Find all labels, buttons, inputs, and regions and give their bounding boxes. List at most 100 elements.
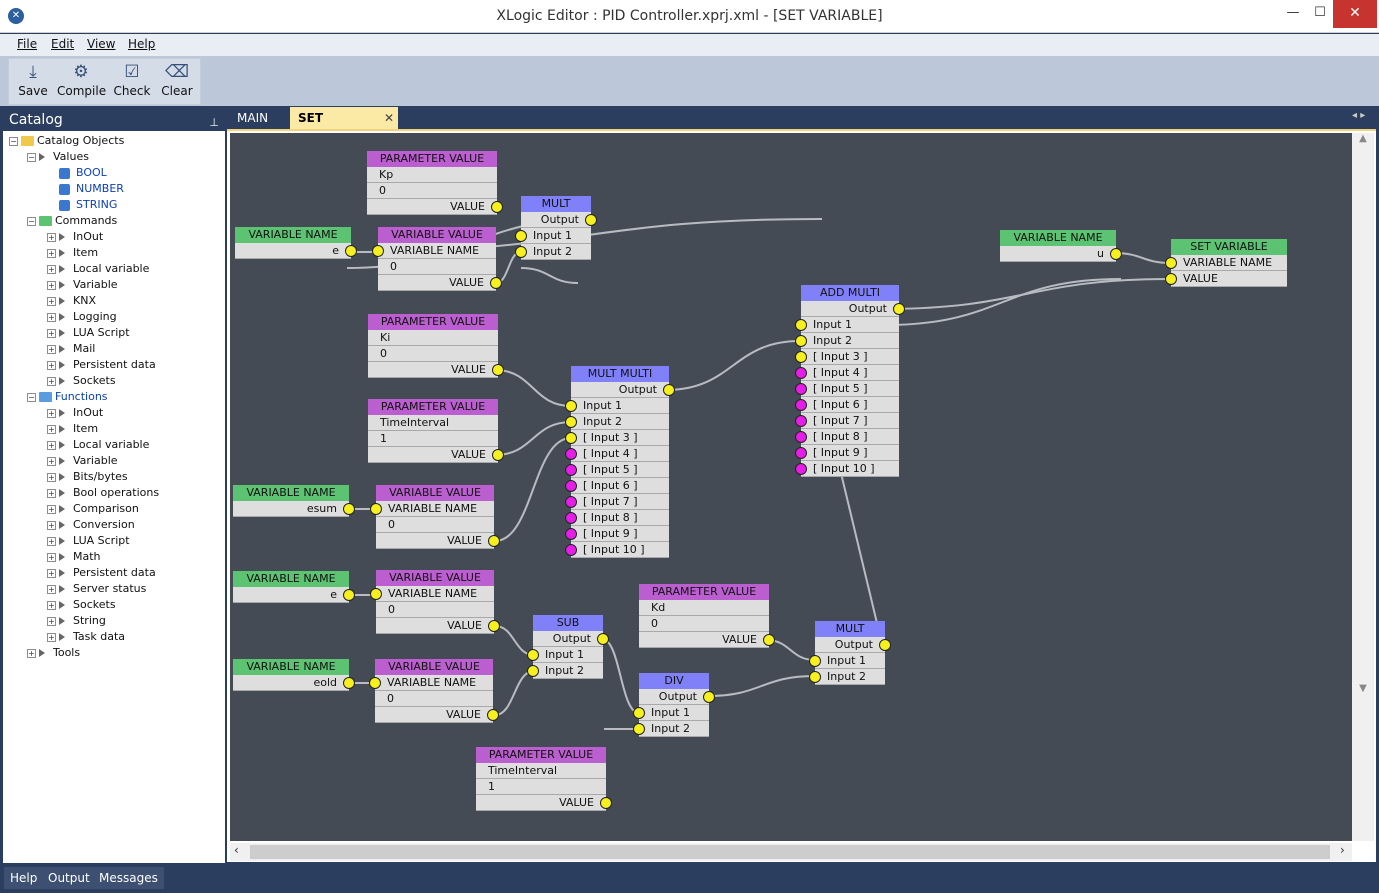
input-pin[interactable] xyxy=(795,399,807,411)
output-pin[interactable] xyxy=(597,633,609,645)
input-pin[interactable] xyxy=(370,588,382,600)
output-pin[interactable] xyxy=(600,797,612,809)
input-pin[interactable] xyxy=(565,464,577,476)
expand-icon[interactable]: + xyxy=(47,296,56,306)
tree-item[interactable]: + Conversion xyxy=(47,517,135,533)
expand-icon[interactable]: + xyxy=(47,568,56,578)
node-setvar[interactable]: SET VARIABLE VARIABLE NAME VALUE xyxy=(1165,239,1287,287)
tab-scroll-icon[interactable]: ◂ ▸ xyxy=(1352,110,1365,121)
tree-item[interactable]: + Persistent data xyxy=(47,565,156,581)
node-vn_esum[interactable]: VARIABLE NAME esum xyxy=(233,485,355,517)
input-pin[interactable] xyxy=(565,480,577,492)
compile-button[interactable]: ⚙ Compile xyxy=(57,62,106,106)
expand-icon[interactable]: + xyxy=(47,344,56,354)
input-pin[interactable] xyxy=(369,677,381,689)
node-pv_kd[interactable]: PARAMETER VALUE Kd 0 VALUE xyxy=(639,584,775,648)
tree-item[interactable]: + Bool operations xyxy=(47,485,159,501)
tree-item[interactable]: + Sockets xyxy=(47,373,116,389)
input-pin[interactable] xyxy=(565,400,577,412)
node-sub[interactable]: SUB Output Input 1 Input 2 xyxy=(527,615,609,679)
expand-icon[interactable]: − xyxy=(27,152,36,162)
output-pin[interactable] xyxy=(343,589,355,601)
menu-file[interactable]: File xyxy=(17,37,37,51)
expand-icon[interactable]: + xyxy=(47,440,56,450)
menu-edit[interactable]: Edit xyxy=(51,37,74,51)
tree-item[interactable]: + Variable xyxy=(47,453,118,469)
expand-icon[interactable]: + xyxy=(47,584,56,594)
scroll-left-icon[interactable]: ‹ xyxy=(234,843,239,857)
expand-icon[interactable]: + xyxy=(47,408,56,418)
tree-item[interactable]: BOOL xyxy=(59,165,107,181)
tree-item[interactable]: + Mail xyxy=(47,341,95,357)
tree-item[interactable]: + InOut xyxy=(47,229,103,245)
input-pin[interactable] xyxy=(527,649,539,661)
input-pin[interactable] xyxy=(515,230,527,242)
output-pin[interactable] xyxy=(703,691,715,703)
tree-item[interactable]: + Server status xyxy=(47,581,146,597)
expand-icon[interactable]: + xyxy=(47,520,56,530)
output-pin[interactable] xyxy=(492,364,504,376)
tree-item[interactable]: + Sockets xyxy=(47,597,116,613)
input-pin[interactable] xyxy=(795,447,807,459)
input-pin[interactable] xyxy=(565,432,577,444)
node-div[interactable]: DIV Output Input 1 Input 2 xyxy=(633,673,715,737)
expand-icon[interactable]: + xyxy=(47,280,56,290)
expand-icon[interactable]: + xyxy=(47,248,56,258)
output-pin[interactable] xyxy=(490,277,502,289)
minimize-button[interactable]: — xyxy=(1278,0,1308,28)
tree-item[interactable]: + Variable xyxy=(47,277,118,293)
tree-item[interactable]: NUMBER xyxy=(59,181,124,197)
expand-icon[interactable]: + xyxy=(47,616,56,626)
expand-icon[interactable]: + xyxy=(47,456,56,466)
input-pin[interactable] xyxy=(809,655,821,667)
tree-item[interactable]: − Commands xyxy=(27,213,117,229)
input-pin[interactable] xyxy=(795,319,807,331)
input-pin[interactable] xyxy=(370,503,382,515)
input-pin[interactable] xyxy=(795,463,807,475)
input-pin[interactable] xyxy=(527,665,539,677)
input-pin[interactable] xyxy=(515,246,527,258)
output-pin[interactable] xyxy=(492,449,504,461)
tab-main[interactable]: MAIN xyxy=(229,107,276,129)
check-button[interactable]: ☑ Check xyxy=(108,62,156,106)
menu-help[interactable]: Help xyxy=(128,37,155,51)
expand-icon[interactable]: + xyxy=(27,648,36,658)
expand-icon[interactable]: + xyxy=(47,376,56,386)
expand-icon[interactable]: + xyxy=(47,488,56,498)
tree-item[interactable]: + LUA Script xyxy=(47,325,130,341)
input-pin[interactable] xyxy=(565,448,577,460)
tree-item[interactable]: STRING xyxy=(59,197,117,213)
output-pin[interactable] xyxy=(487,709,499,721)
node-pv_ki[interactable]: PARAMETER VALUE Ki 0 VALUE xyxy=(368,314,504,378)
tree-item[interactable]: + Local variable xyxy=(47,261,149,277)
node-pv_ti2[interactable]: PARAMETER VALUE TimeInterval 1 VALUE xyxy=(476,747,612,811)
tree-item[interactable]: + String xyxy=(47,613,106,629)
tree-item[interactable]: + Item xyxy=(47,421,98,437)
horizontal-scrollbar[interactable]: ‹ › xyxy=(230,843,1352,861)
input-pin[interactable] xyxy=(795,367,807,379)
expand-icon[interactable]: + xyxy=(47,328,56,338)
node-mult2[interactable]: MULT Output Input 1 Input 2 xyxy=(809,621,891,685)
input-pin[interactable] xyxy=(633,707,645,719)
input-pin[interactable] xyxy=(565,416,577,428)
collapse-icon[interactable]: − xyxy=(27,216,36,226)
input-pin[interactable] xyxy=(795,383,807,395)
output-pin[interactable] xyxy=(585,214,597,226)
input-pin[interactable] xyxy=(372,245,384,257)
tab-set-variable[interactable]: SET VARIABLE✕ xyxy=(290,107,398,147)
output-pin[interactable] xyxy=(488,620,500,632)
input-pin[interactable] xyxy=(795,335,807,347)
vertical-scrollbar[interactable]: ▲ ▼ xyxy=(1352,133,1374,841)
node-vv_eold[interactable]: VARIABLE VALUE VARIABLE NAME 0 VALUE xyxy=(369,659,499,723)
tree-item[interactable]: − Catalog Objects xyxy=(9,133,124,149)
node-mult1[interactable]: MULT Output Input 1 Input 2 xyxy=(515,196,597,260)
output-pin[interactable] xyxy=(893,303,905,315)
save-button[interactable]: ⤓ Save xyxy=(9,62,57,106)
output-pin[interactable] xyxy=(879,639,891,651)
expand-icon[interactable]: + xyxy=(47,424,56,434)
tree-item[interactable]: + Tools xyxy=(27,645,80,661)
input-pin[interactable] xyxy=(795,415,807,427)
tree-item[interactable]: + Bits/bytes xyxy=(47,469,128,485)
tree-item[interactable]: + LUA Script xyxy=(47,533,130,549)
node-vn_eold[interactable]: VARIABLE NAME eold xyxy=(233,659,355,691)
